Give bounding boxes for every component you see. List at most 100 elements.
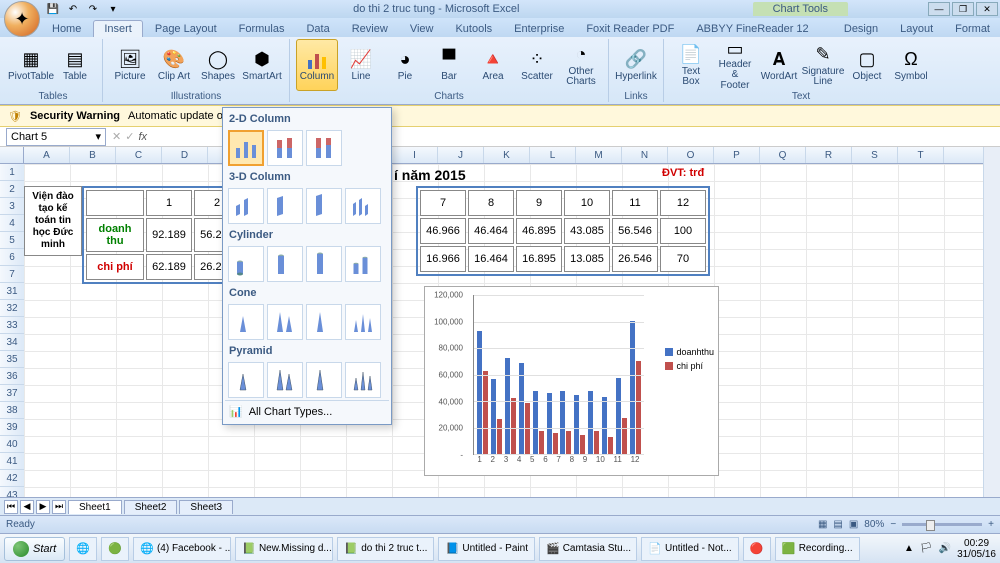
tab-home[interactable]: Home	[42, 21, 91, 37]
wordart-button[interactable]: 𝐀WordArt	[758, 39, 800, 91]
shapes-button[interactable]: ◯Shapes	[197, 39, 239, 91]
textbox-button[interactable]: 📄Text Box	[670, 39, 712, 91]
row-header[interactable]: 6	[0, 249, 24, 266]
row-header[interactable]: 3	[0, 198, 24, 215]
sheet-tab-1[interactable]: Sheet1	[68, 500, 122, 514]
data-table[interactable]: 12 doanh thu 92.18956.244 chi phí 62.189…	[82, 186, 244, 284]
picture-button[interactable]: 🖼Picture	[109, 39, 151, 91]
signature-button[interactable]: ✎Signature Line	[802, 39, 844, 91]
tab-review[interactable]: Review	[342, 21, 398, 37]
100stacked-column-2d[interactable]	[306, 130, 342, 166]
taskbar-item[interactable]: 🎬Camtasia Stu...	[539, 537, 637, 561]
tab-abbyy[interactable]: ABBYY FineReader 12	[686, 21, 818, 37]
column-chart-button[interactable]: Column	[296, 39, 338, 91]
other-charts-button[interactable]: ◔Other Charts	[560, 39, 602, 91]
vertical-scrollbar[interactable]	[983, 147, 1000, 497]
row-header[interactable]: 7	[0, 266, 24, 283]
row-header[interactable]: 4	[0, 215, 24, 232]
row-header[interactable]: 5	[0, 232, 24, 249]
taskbar-item[interactable]: 🟩Recording...	[775, 537, 860, 561]
row-header[interactable]: 38	[0, 402, 24, 419]
header-footer-button[interactable]: ▭Header & Footer	[714, 39, 756, 91]
tab-view[interactable]: View	[400, 21, 444, 37]
view-break-icon[interactable]: ▣	[849, 519, 858, 530]
area-chart-button[interactable]: 🔺Area	[472, 39, 514, 91]
100stacked-column-3d[interactable]	[306, 188, 342, 224]
tab-foxit[interactable]: Foxit Reader PDF	[576, 21, 684, 37]
cylinder-2[interactable]	[267, 246, 303, 282]
tab-kutools[interactable]: Kutools	[445, 21, 502, 37]
clock[interactable]: 00:29 31/05/16	[957, 538, 996, 560]
col-header[interactable]: S	[852, 147, 898, 163]
taskbar-item[interactable]: 🌐(4) Facebook - ...	[133, 537, 231, 561]
tab-data[interactable]: Data	[296, 21, 339, 37]
close-button[interactable]: ✕	[976, 2, 998, 16]
tab-prev-icon[interactable]: ◀	[20, 500, 34, 514]
start-button[interactable]: Start	[4, 537, 65, 561]
taskbar-item[interactable]: 🟢	[101, 537, 129, 561]
tray-up-icon[interactable]: ▲	[904, 543, 914, 554]
clustered-column-2d[interactable]	[228, 130, 264, 166]
col-header[interactable]: N	[622, 147, 668, 163]
data-table-right[interactable]: 789101112 46.96646.46446.89543.08556.546…	[416, 186, 710, 276]
zoom-out-icon[interactable]: −	[890, 519, 896, 530]
tray-sound-icon[interactable]: 🔊	[939, 543, 951, 554]
col-header[interactable]: Q	[760, 147, 806, 163]
taskbar-item[interactable]: 📄Untitled - Not...	[641, 537, 739, 561]
col-header[interactable]: D	[162, 147, 208, 163]
minimize-button[interactable]: —	[928, 2, 950, 16]
namebox-dropdown-icon[interactable]: ▾	[95, 130, 101, 143]
symbol-button[interactable]: ΩSymbol	[890, 39, 932, 91]
tab-layout[interactable]: Layout	[890, 21, 943, 37]
taskbar-item[interactable]: 🌐	[69, 537, 97, 561]
col-header[interactable]: J	[438, 147, 484, 163]
taskbar-item[interactable]: 📗New.Missing d...	[235, 537, 333, 561]
zoom-in-icon[interactable]: +	[988, 519, 994, 530]
col-header[interactable]: B	[70, 147, 116, 163]
cone-3[interactable]	[306, 304, 342, 340]
row-header[interactable]: 37	[0, 385, 24, 402]
view-normal-icon[interactable]: ▦	[818, 519, 827, 530]
tray-flag-icon[interactable]: 🏳	[920, 543, 933, 554]
tab-insert[interactable]: Insert	[93, 20, 143, 37]
col-header[interactable]: I	[392, 147, 438, 163]
pivottable-button[interactable]: ▦PivotTable	[10, 39, 52, 91]
tab-next-icon[interactable]: ▶	[36, 500, 50, 514]
cylinder-3[interactable]	[306, 246, 342, 282]
taskbar-item[interactable]: 🔴	[743, 537, 771, 561]
save-icon[interactable]: 💾	[46, 2, 60, 16]
row-header[interactable]: 41	[0, 453, 24, 470]
row-header[interactable]: 32	[0, 300, 24, 317]
taskbar-item[interactable]: 📘Untitled - Paint	[438, 537, 535, 561]
row-header[interactable]: 1	[0, 164, 24, 181]
tab-formulas[interactable]: Formulas	[229, 21, 295, 37]
cone-1[interactable]	[228, 304, 264, 340]
qat-more-icon[interactable]: ▾	[106, 2, 120, 16]
tab-enterprise[interactable]: Enterprise	[504, 21, 574, 37]
cylinder-4[interactable]	[345, 246, 381, 282]
cone-4[interactable]	[345, 304, 381, 340]
clustered-column-3d[interactable]	[228, 188, 264, 224]
col-header[interactable]: P	[714, 147, 760, 163]
sheet-tab-2[interactable]: Sheet2	[124, 500, 178, 514]
stacked-column-2d[interactable]	[267, 130, 303, 166]
col-header[interactable]: T	[898, 147, 944, 163]
stacked-column-3d[interactable]	[267, 188, 303, 224]
pyramid-4[interactable]	[345, 362, 381, 398]
col-header[interactable]: K	[484, 147, 530, 163]
office-button[interactable]: ✦	[4, 1, 40, 37]
fx-icon[interactable]: fx	[138, 131, 147, 143]
row-header[interactable]: 33	[0, 317, 24, 334]
pie-chart-button[interactable]: ◕Pie	[384, 39, 426, 91]
all-chart-types[interactable]: 📊 All Chart Types...	[225, 400, 389, 422]
row-header[interactable]: 42	[0, 470, 24, 487]
enter-icon[interactable]: ✓	[125, 130, 134, 143]
smartart-button[interactable]: ⬢SmartArt	[241, 39, 283, 91]
taskbar-item[interactable]: 📗do thi 2 truc t...	[337, 537, 434, 561]
embedded-chart[interactable]: -20,00040,00060,00080,000100,000120,000 …	[424, 286, 719, 476]
row-header[interactable]: 39	[0, 419, 24, 436]
row-header[interactable]: 34	[0, 334, 24, 351]
col-header[interactable]: A	[24, 147, 70, 163]
table-button[interactable]: ▤Table	[54, 39, 96, 91]
row-header[interactable]: 31	[0, 283, 24, 300]
